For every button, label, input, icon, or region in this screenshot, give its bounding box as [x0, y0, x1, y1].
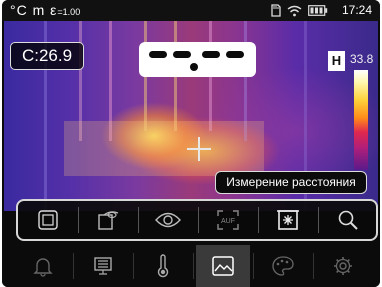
color-palette-door-icon [98, 211, 119, 230]
thermal-camera-screen: °C m ε=1.00 17:24 C:26.9 H 33.8 Измерени… [2, 0, 380, 287]
bottom-menu [2, 245, 380, 287]
sd-card-icon [271, 4, 281, 17]
clock: 17:24 [341, 3, 372, 17]
laser-measure-icon [277, 210, 299, 230]
wifi-icon [287, 5, 302, 16]
alarm-button[interactable] [16, 245, 70, 287]
image-icon [212, 256, 234, 276]
status-bar: °C m ε=1.00 17:24 [2, 0, 380, 21]
zoom-button[interactable] [322, 201, 374, 239]
monitor-icon [94, 257, 112, 275]
auto-focus-button[interactable]: AUF [202, 201, 254, 239]
frame-icon [38, 210, 58, 230]
battery-icon [308, 5, 328, 16]
scale-high-label: H [328, 51, 345, 71]
frame-button[interactable] [22, 201, 74, 239]
bell-icon [33, 258, 53, 277]
settings-button[interactable] [316, 245, 370, 287]
laser-measure-button[interactable] [262, 201, 314, 239]
palette-button[interactable] [256, 245, 310, 287]
laser-distance-indicator [139, 42, 256, 77]
center-temperature-readout: C:26.9 [10, 42, 84, 70]
mode-indicator: m [32, 2, 46, 18]
visibility-button[interactable] [142, 201, 194, 239]
image-button[interactable] [196, 245, 250, 287]
temperature-unit: °C [10, 2, 28, 18]
display-button[interactable] [76, 245, 130, 287]
magnifier-icon [338, 210, 358, 230]
scale-max-value: 33.8 [350, 52, 374, 66]
temperature-button[interactable] [136, 245, 190, 287]
color-palette-door-button[interactable] [82, 201, 134, 239]
thermometer-icon [157, 254, 169, 278]
settings-gear-icon [334, 257, 352, 275]
auto-focus-icon: AUF [217, 210, 239, 230]
toolbar: AUF [16, 199, 378, 241]
svg-text:AUF: AUF [221, 218, 235, 225]
emissivity-value: =1.00 [57, 7, 81, 17]
color-scale-bar [354, 70, 368, 170]
crosshair-icon [187, 137, 211, 161]
eye-icon [155, 212, 181, 228]
palette-icon [272, 256, 294, 276]
measurement-settings[interactable]: °C m ε=1.00 [10, 2, 80, 18]
tooltip: Измерение расстояния [215, 171, 367, 194]
